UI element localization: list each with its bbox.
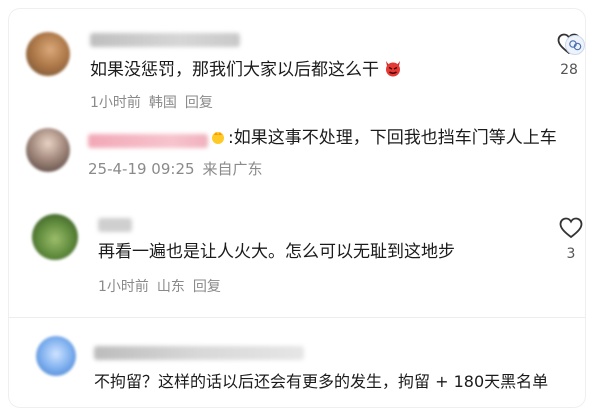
comment-meta: 1小时前 山东 回复 [98, 278, 229, 296]
comment-time: 25-4-19 09:25 [88, 160, 195, 178]
devil-emoji-icon [383, 58, 403, 78]
comment-item: 再看一遍也是让人火大。怎么可以无耻到这地步 1小时前 山东 回复 3 [8, 204, 586, 312]
user-avatar[interactable] [26, 128, 70, 172]
like-button[interactable]: 3 [556, 216, 586, 262]
reply-button[interactable]: 回复 [193, 279, 221, 295]
username-blurred[interactable] [88, 134, 208, 148]
comment-time: 1小时前 [90, 95, 141, 111]
comment-item: 如果没惩罚，那我们大家以后都这么干 1小时前 韩国 回复 28 [8, 8, 586, 126]
crown-emoji-icon [210, 128, 226, 144]
user-avatar[interactable] [26, 32, 70, 76]
username-blurred[interactable] [98, 218, 132, 232]
comment-text: 不拘留？这样的话以后还会有更多的发生，拘留 + 180天黑名单 [94, 372, 549, 391]
username-blurred[interactable] [94, 346, 304, 360]
comment-text: 如果没惩罚，那我们大家以后都这么干 [90, 58, 403, 82]
comment-location: 韩国 [148, 95, 177, 111]
comment-item: 不拘留？这样的话以后还会有更多的发生，拘留 + 180天黑名单 [8, 320, 586, 408]
comment-item: :如果这事不处理，下回我也挡车门等人上车 25-4-19 09:25 来自广东 [8, 126, 586, 204]
comment-meta: 25-4-19 09:25 来自广东 [88, 160, 271, 178]
comment-location: 山东 [156, 279, 185, 295]
comments-panel: 如果没惩罚，那我们大家以后都这么干 1小时前 韩国 回复 28 :如果这事不处理，下… [8, 8, 586, 408]
divider [8, 317, 586, 318]
comment-time: 1小时前 [98, 279, 149, 295]
comment-location: 来自广东 [202, 160, 263, 178]
translate-icon[interactable] [565, 35, 585, 55]
heart-icon [559, 217, 583, 239]
comment-text: :如果这事不处理，下回我也挡车门等人上车 [208, 126, 557, 150]
user-avatar[interactable] [36, 336, 76, 376]
reply-button[interactable]: 回复 [185, 95, 213, 111]
like-count: 3 [566, 246, 576, 262]
comment-text: 再看一遍也是让人火大。怎么可以无耻到这地步 [98, 242, 455, 262]
comment-meta: 1小时前 韩国 回复 [90, 94, 221, 112]
username-blurred[interactable] [90, 33, 240, 47]
like-count: 28 [560, 62, 578, 78]
user-avatar[interactable] [32, 214, 78, 260]
